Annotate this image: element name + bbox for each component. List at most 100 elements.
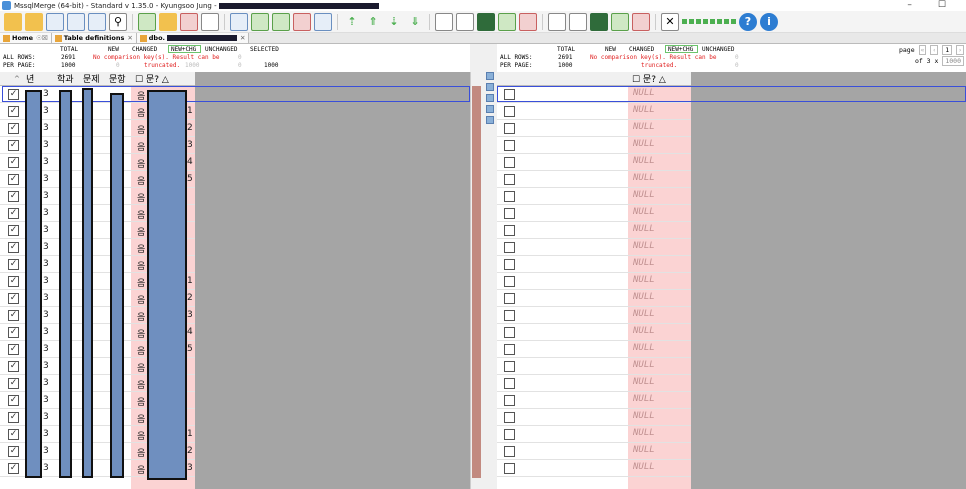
- row-checkbox[interactable]: ✓: [8, 123, 19, 134]
- row-checkbox[interactable]: [504, 157, 515, 168]
- table-row[interactable]: NULL: [497, 392, 691, 409]
- column-header-problem[interactable]: 문제: [83, 72, 100, 85]
- dark-doc-2-icon[interactable]: [590, 12, 608, 31]
- table-row[interactable]: NULL: [497, 103, 691, 120]
- tab-home[interactable]: Home ☉☒: [0, 33, 52, 43]
- table-row[interactable]: NULL: [497, 409, 691, 426]
- blue-grid-icon[interactable]: [230, 12, 248, 31]
- row-checkbox[interactable]: ✓: [8, 429, 19, 440]
- row-checkbox[interactable]: ✓: [8, 225, 19, 236]
- row-checkbox[interactable]: ✓: [8, 259, 19, 270]
- page-next-button[interactable]: ›: [956, 45, 964, 55]
- table-row[interactable]: NULL: [497, 290, 691, 307]
- move-bottom-icon[interactable]: ⇓: [406, 13, 424, 31]
- per-page-input[interactable]: 1000: [942, 56, 964, 66]
- copy-left-icon[interactable]: [486, 94, 494, 102]
- table-row[interactable]: NULL: [497, 307, 691, 324]
- row-checkbox[interactable]: ✓: [8, 327, 19, 338]
- row-checkbox[interactable]: ✓: [8, 174, 19, 185]
- sync-right-icon[interactable]: [498, 12, 516, 31]
- left-vertical-scrollbar[interactable]: [472, 86, 481, 478]
- sync-scroll-icon[interactable]: [486, 72, 494, 80]
- column-header-department[interactable]: 학과: [57, 72, 74, 85]
- table-row[interactable]: NULL: [497, 205, 691, 222]
- all-rows-icon[interactable]: [314, 12, 332, 31]
- help-icon[interactable]: ?: [739, 12, 757, 31]
- tab-dbo-table[interactable]: dbo. ✕: [136, 33, 250, 43]
- row-checkbox[interactable]: ✓: [8, 412, 19, 423]
- row-checkbox[interactable]: [504, 140, 515, 151]
- table-row[interactable]: NULL: [497, 120, 691, 137]
- row-checkbox[interactable]: ✓: [8, 276, 19, 287]
- table-row[interactable]: NULL: [497, 256, 691, 273]
- move-top-icon[interactable]: ⇑: [364, 13, 382, 31]
- row-checkbox[interactable]: ✓: [8, 378, 19, 389]
- row-checkbox[interactable]: [504, 378, 515, 389]
- row-checkbox[interactable]: ✓: [8, 344, 19, 355]
- open-recent-icon[interactable]: [25, 12, 43, 31]
- row-checkbox[interactable]: ✓: [8, 395, 19, 406]
- row-checkbox[interactable]: [504, 242, 515, 253]
- table-row[interactable]: NULL: [497, 443, 691, 460]
- table-row[interactable]: NULL: [497, 171, 691, 188]
- row-checkbox[interactable]: ✓: [8, 157, 19, 168]
- row-checkbox[interactable]: [504, 361, 515, 372]
- revert-icon[interactable]: [632, 12, 650, 31]
- row-checkbox[interactable]: ✓: [8, 242, 19, 253]
- page-current[interactable]: 1: [942, 45, 953, 55]
- table-row[interactable]: NULL: [497, 222, 691, 239]
- table-row[interactable]: NULL: [497, 137, 691, 154]
- close-icon[interactable]: ✕: [240, 34, 245, 42]
- row-checkbox[interactable]: [504, 293, 515, 304]
- table-grid-icon[interactable]: [67, 12, 85, 31]
- row-checkbox[interactable]: ✓: [8, 140, 19, 151]
- binoculars-icon[interactable]: ⚲: [109, 12, 127, 31]
- move-down-icon[interactable]: ⇣: [385, 13, 403, 31]
- dark-doc-icon[interactable]: [477, 12, 495, 31]
- table-list-icon[interactable]: [88, 12, 106, 31]
- row-checkbox[interactable]: ✓: [8, 446, 19, 457]
- row-checkbox[interactable]: [504, 310, 515, 321]
- tab-table-definitions[interactable]: Table definitions ✕: [51, 33, 137, 43]
- minimize-button[interactable]: –: [907, 0, 912, 10]
- info-icon[interactable]: i: [760, 12, 778, 31]
- column-header-year[interactable]: 년: [26, 72, 34, 85]
- table-row[interactable]: NULL: [497, 341, 691, 358]
- sort-up-icon[interactable]: ^: [14, 75, 20, 83]
- row-checkbox[interactable]: [504, 276, 515, 287]
- close-icon[interactable]: ✕: [127, 34, 132, 42]
- row-checkbox[interactable]: [504, 446, 515, 457]
- checklist-2-icon[interactable]: [548, 12, 566, 31]
- row-checkbox[interactable]: [504, 106, 515, 117]
- row-checkbox[interactable]: ✓: [8, 208, 19, 219]
- grid-options-icon[interactable]: [682, 19, 736, 24]
- row-checkbox[interactable]: [504, 191, 515, 202]
- table-row[interactable]: NULL: [497, 358, 691, 375]
- row-checkbox[interactable]: [504, 225, 515, 236]
- apply-icon[interactable]: [611, 12, 629, 31]
- copy-icon[interactable]: [201, 12, 219, 31]
- maximize-button[interactable]: ☐: [938, 0, 946, 10]
- green-grid-icon[interactable]: [251, 12, 269, 31]
- copy-right-icon[interactable]: [486, 83, 494, 91]
- table-row[interactable]: NULL: [497, 375, 691, 392]
- table-row[interactable]: NULL: [497, 188, 691, 205]
- column-header-text[interactable]: ☐ 문? △: [135, 72, 169, 85]
- row-checkbox[interactable]: [504, 327, 515, 338]
- right-data-grid[interactable]: ☐ 문? △ NULL NULL NULL NULL NULL NULL NULL NULL N…: [497, 72, 966, 489]
- row-checkbox[interactable]: [504, 344, 515, 355]
- open-folder-icon[interactable]: [4, 12, 22, 31]
- row-checkbox[interactable]: ✓: [8, 310, 19, 321]
- row-checkbox[interactable]: [504, 412, 515, 423]
- page-prev-button[interactable]: «: [918, 45, 927, 55]
- row-checkbox[interactable]: ✓: [8, 361, 19, 372]
- row-checkbox[interactable]: ✓: [8, 106, 19, 117]
- row-checkbox[interactable]: ✓: [8, 463, 19, 474]
- row-checkbox[interactable]: [504, 463, 515, 474]
- row-checkbox[interactable]: ✓: [8, 293, 19, 304]
- table-row[interactable]: NULL: [497, 426, 691, 443]
- column-header-item[interactable]: 문항: [109, 72, 126, 85]
- table-row[interactable]: NULL: [497, 460, 691, 477]
- tools-icon[interactable]: ✕: [661, 12, 679, 31]
- column-header-text[interactable]: ☐ 문? △: [632, 72, 666, 85]
